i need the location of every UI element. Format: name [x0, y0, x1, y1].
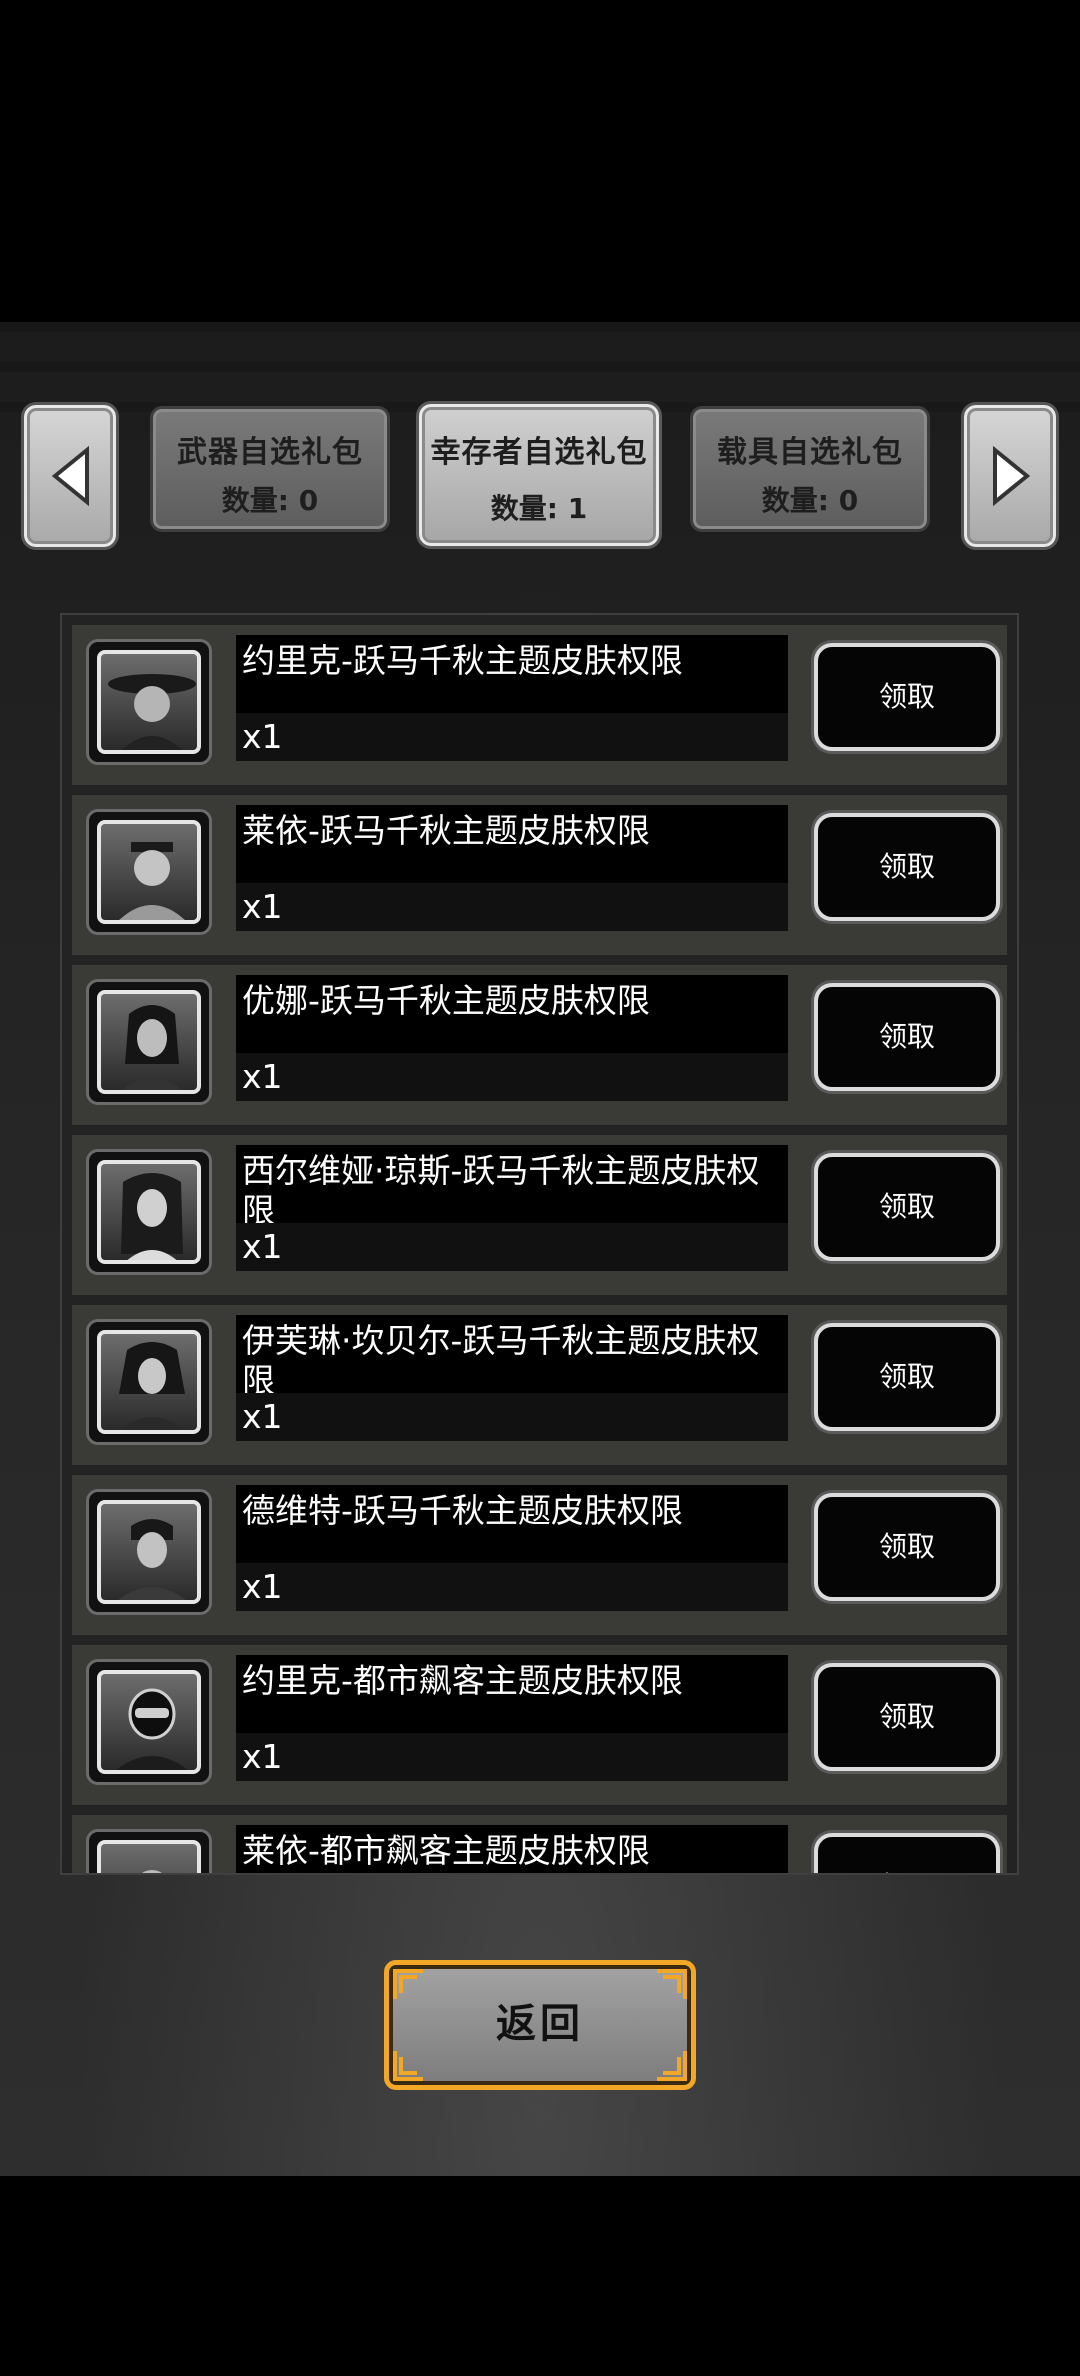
item-quantity: x1: [242, 1227, 283, 1266]
list-item: 约里克-都市飙客主题皮肤权限 x1 领取: [72, 1645, 1007, 1805]
tab-title: 幸存者自选礼包: [430, 435, 648, 470]
triangle-left-icon: [51, 446, 89, 506]
tab-count: 数量: 1: [490, 492, 588, 525]
list-item: 约里克-跃马千秋主题皮肤权限 x1 领取: [72, 625, 1007, 785]
claim-button[interactable]: 领取: [814, 983, 1000, 1091]
character-portrait-icon: [121, 1005, 183, 1090]
tab-title: 武器自选礼包: [177, 435, 363, 470]
item-name: 优娜-跃马千秋主题皮肤权限: [242, 981, 650, 1020]
character-portrait-icon: [116, 1688, 188, 1770]
ornament-corner-icon: [657, 1969, 687, 1999]
next-page-button[interactable]: [964, 405, 1056, 547]
tab-survivor-pack[interactable]: 幸存者自选礼包 数量: 1: [419, 404, 659, 546]
prev-page-button[interactable]: [24, 405, 116, 547]
reward-list[interactable]: 约里克-跃马千秋主题皮肤权限 x1 领取 莱依-跃马千秋主题皮肤权限 x1 领取…: [60, 613, 1019, 1875]
avatar: [86, 979, 212, 1105]
list-item: 伊芙琳·坎贝尔-跃马千秋主题皮肤权限 x1 领取: [72, 1305, 1007, 1465]
avatar: [86, 1659, 212, 1785]
list-item: 莱依-都市飙客主题皮肤权限 x1 领取: [72, 1815, 1007, 1873]
character-portrait-icon: [119, 1342, 185, 1430]
claim-button[interactable]: 领取: [814, 813, 1000, 921]
tab-count: 数量: 0: [221, 484, 319, 517]
claim-button[interactable]: 领取: [814, 1323, 1000, 1431]
item-quantity: x1: [242, 1737, 283, 1776]
item-name: 西尔维娅·琼斯-跃马千秋主题皮肤权限: [242, 1151, 760, 1230]
claim-button[interactable]: 领取: [814, 1493, 1000, 1601]
avatar: [86, 639, 212, 765]
item-name: 约里克-跃马千秋主题皮肤权限: [242, 641, 683, 680]
claim-button[interactable]: 领取: [814, 1833, 1000, 1873]
ornament-corner-icon: [657, 2051, 687, 2081]
character-portrait-icon: [118, 1519, 186, 1600]
tab-title: 载具自选礼包: [717, 435, 903, 470]
avatar: [86, 1829, 212, 1873]
character-portrait-icon: [121, 1173, 183, 1260]
item-name: 约里克-都市飙客主题皮肤权限: [242, 1661, 683, 1700]
list-item: 德维特-跃马千秋主题皮肤权限 x1 领取: [72, 1475, 1007, 1635]
item-quantity: x1: [242, 1567, 283, 1606]
ornament-corner-icon: [393, 2051, 423, 2081]
character-portrait-icon: [108, 674, 196, 750]
character-portrait-icon: [119, 842, 185, 920]
tab-vehicle-pack[interactable]: 载具自选礼包 数量: 0: [690, 406, 930, 532]
item-name: 莱依-都市飙客主题皮肤权限: [242, 1831, 650, 1870]
back-button[interactable]: 返回: [384, 1960, 696, 2090]
item-name: 德维特-跃马千秋主题皮肤权限: [242, 1491, 683, 1530]
avatar: [86, 1319, 212, 1445]
tab-weapon-pack[interactable]: 武器自选礼包 数量: 0: [150, 406, 390, 532]
item-quantity: x1: [242, 1057, 283, 1096]
character-portrait-icon: [142, 1870, 162, 1873]
item-name: 莱依-跃马千秋主题皮肤权限: [242, 811, 650, 850]
list-item: 莱依-跃马千秋主题皮肤权限 x1 领取: [72, 795, 1007, 955]
avatar: [86, 1489, 212, 1615]
item-quantity: x1: [242, 717, 283, 756]
claim-button[interactable]: 领取: [814, 1153, 1000, 1261]
list-item: 优娜-跃马千秋主题皮肤权限 x1 领取: [72, 965, 1007, 1125]
claim-button[interactable]: 领取: [814, 643, 1000, 751]
item-name: 伊芙琳·坎贝尔-跃马千秋主题皮肤权限: [242, 1321, 760, 1400]
avatar: [86, 1149, 212, 1275]
tab-count: 数量: 0: [761, 484, 859, 517]
back-label: 返回: [496, 2001, 584, 2047]
list-item: 西尔维娅·琼斯-跃马千秋主题皮肤权限 x1 领取: [72, 1135, 1007, 1295]
avatar: [86, 809, 212, 935]
triangle-right-icon: [993, 446, 1031, 506]
item-quantity: x1: [242, 887, 283, 926]
claim-button[interactable]: 领取: [814, 1663, 1000, 1771]
ornament-corner-icon: [393, 1969, 423, 1999]
item-quantity: x1: [242, 1397, 283, 1436]
